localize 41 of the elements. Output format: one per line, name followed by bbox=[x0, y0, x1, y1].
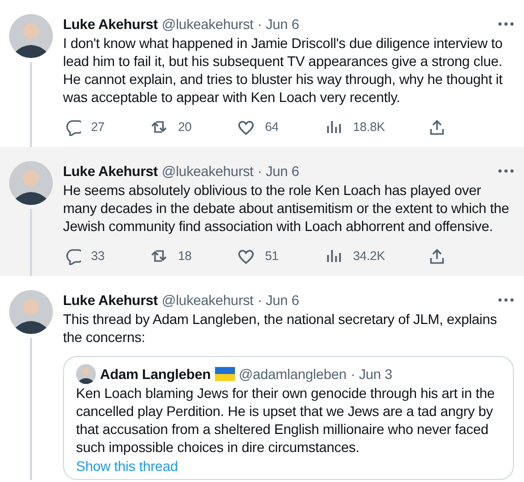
author-handle: @lukeakehurst bbox=[162, 291, 254, 310]
views-icon[interactable] bbox=[325, 118, 343, 136]
tweet-text: Ken Loach blaming Jews for their own genocide through his art in the cancelled play Perdition. He is upset that we Jews are a tad angry by that accusation from a sheltered English millionaire who never faced such impossible choices in dire circumstances. bbox=[76, 384, 496, 456]
post-date: · Jun 6 bbox=[257, 162, 300, 181]
like-icon[interactable] bbox=[237, 118, 255, 136]
author-handle: @lukeakehurst bbox=[162, 162, 254, 181]
share-icon[interactable] bbox=[428, 247, 446, 265]
stat-count: 18 bbox=[178, 248, 192, 265]
views-icon[interactable] bbox=[325, 247, 343, 265]
stat-count: 18.8K bbox=[353, 118, 385, 136]
tweet-text: This thread by Adam Langleben, the national secretary of JLM, explains the concerns: bbox=[63, 310, 498, 346]
author-name: Luke Akehurst bbox=[63, 15, 158, 34]
retweet-icon[interactable] bbox=[150, 118, 168, 136]
retweet-icon[interactable] bbox=[150, 247, 168, 265]
post-date: · Jun 6 bbox=[257, 291, 300, 310]
flag-icon bbox=[214, 367, 235, 381]
stat-count: 20 bbox=[178, 118, 192, 136]
post-date: · Jun 6 bbox=[257, 15, 300, 34]
more-icon[interactable] bbox=[498, 169, 514, 173]
stat-count: 27 bbox=[91, 118, 105, 136]
more-icon[interactable] bbox=[498, 298, 514, 302]
share-icon[interactable] bbox=[428, 118, 446, 136]
author-handle: @adamlangleben bbox=[238, 365, 347, 384]
show-thread-link[interactable]: Show this thread bbox=[76, 457, 178, 475]
tweet-text: I don't know what happened in Jamie Driscoll's due diligence interview to lead him to fail it, but his subsequent TV appearances give a strong clue. He cannot explain, and tries to bluster his way through, why he thought it was acceptable to appear with Ken Loach very recently. bbox=[63, 34, 504, 106]
author-name: Luke Akehurst bbox=[63, 162, 158, 181]
stat-count: 33 bbox=[91, 248, 105, 265]
author-name: Adam Langleben bbox=[100, 365, 211, 384]
stat-count: 34.2K bbox=[353, 248, 385, 265]
avatar[interactable] bbox=[76, 364, 96, 384]
stat-count: 51 bbox=[265, 248, 279, 265]
like-icon[interactable] bbox=[237, 247, 255, 265]
avatar[interactable] bbox=[9, 290, 53, 334]
post-date: · Jun 3 bbox=[350, 365, 392, 384]
more-icon[interactable] bbox=[498, 22, 514, 26]
author-name: Luke Akehurst bbox=[63, 291, 158, 310]
avatar[interactable] bbox=[9, 14, 53, 58]
avatar[interactable] bbox=[9, 161, 53, 205]
tweet-text: He seems absolutely oblivious to the role Ken Loach has played over many decades in the debate about antisemitism or the extent to which the Jewish community find association with Loach abhorrent and offensive. bbox=[63, 181, 510, 235]
stat-count: 64 bbox=[265, 118, 279, 136]
author-handle: @lukeakehurst bbox=[162, 15, 254, 34]
